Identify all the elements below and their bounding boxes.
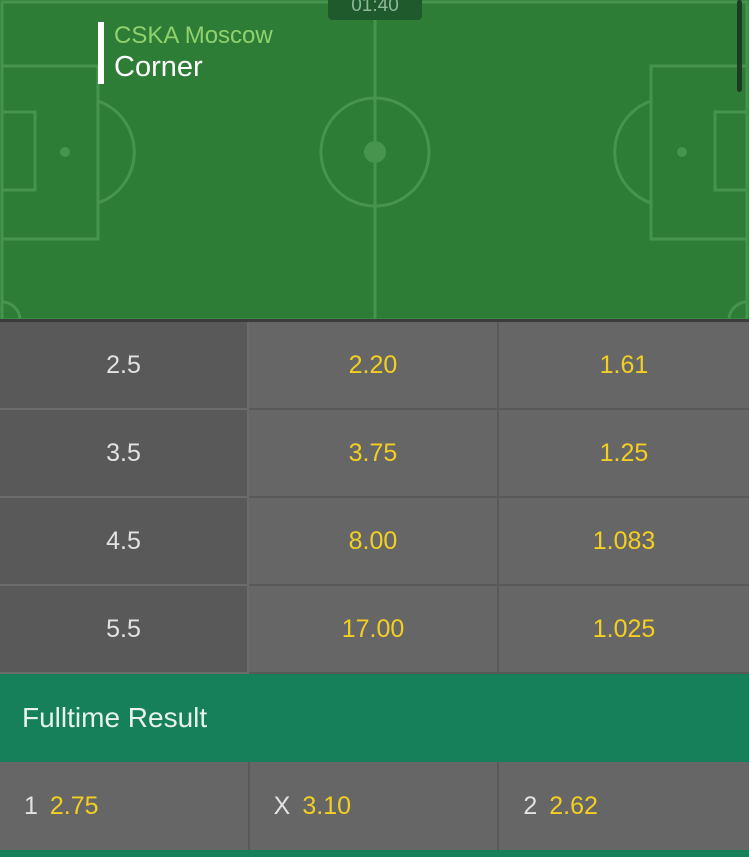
over-odds-button[interactable]: 8.00 <box>249 498 499 586</box>
outcome-label: 2 <box>523 791 538 820</box>
pitch-visualization: 01:40 CSKA Moscow Corner <box>0 0 749 322</box>
odds-row: 3.5 3.75 1.25 <box>0 410 749 498</box>
fulltime-result-header[interactable]: Fulltime Result <box>0 674 749 762</box>
odds-row: 4.5 8.00 1.083 <box>0 498 749 586</box>
outcome-odds: 2.75 <box>49 791 99 820</box>
match-clock: 01:40 <box>328 0 422 20</box>
line-label: 2.5 <box>0 322 249 410</box>
odds-row: 2.5 2.20 1.61 <box>0 322 749 410</box>
home-win-button[interactable]: 1 2.75 <box>0 762 250 850</box>
under-odds-button[interactable]: 1.025 <box>499 586 749 674</box>
under-odds-button[interactable]: 1.083 <box>499 498 749 586</box>
next-market-header-edge <box>0 850 749 857</box>
under-odds-button[interactable]: 1.61 <box>499 322 749 410</box>
event-indicator: CSKA Moscow Corner <box>98 22 273 84</box>
away-win-button[interactable]: 2 2.62 <box>499 762 749 850</box>
outcome-label: X <box>273 791 291 820</box>
line-label: 4.5 <box>0 498 249 586</box>
line-label: 5.5 <box>0 586 249 674</box>
outcome-odds: 2.62 <box>549 791 598 820</box>
odds-row: 5.5 17.00 1.025 <box>0 586 749 674</box>
under-odds-button[interactable]: 1.25 <box>499 410 749 498</box>
fulltime-result-row: 1 2.75 X 3.10 2 2.62 <box>0 762 749 850</box>
corners-odds-table: 2.5 2.20 1.61 3.5 3.75 1.25 4.5 8.00 1.0… <box>0 322 749 674</box>
outcome-label: 1 <box>24 791 38 820</box>
event-action: Corner <box>114 51 203 83</box>
over-odds-button[interactable]: 17.00 <box>249 586 499 674</box>
draw-button[interactable]: X 3.10 <box>250 762 500 850</box>
over-odds-button[interactable]: 3.75 <box>249 410 499 498</box>
scrollbar[interactable] <box>737 0 742 92</box>
over-odds-button[interactable]: 2.20 <box>249 322 499 410</box>
line-label: 3.5 <box>0 410 249 498</box>
outcome-odds: 3.10 <box>302 791 352 820</box>
event-team: CSKA Moscow <box>114 22 273 49</box>
